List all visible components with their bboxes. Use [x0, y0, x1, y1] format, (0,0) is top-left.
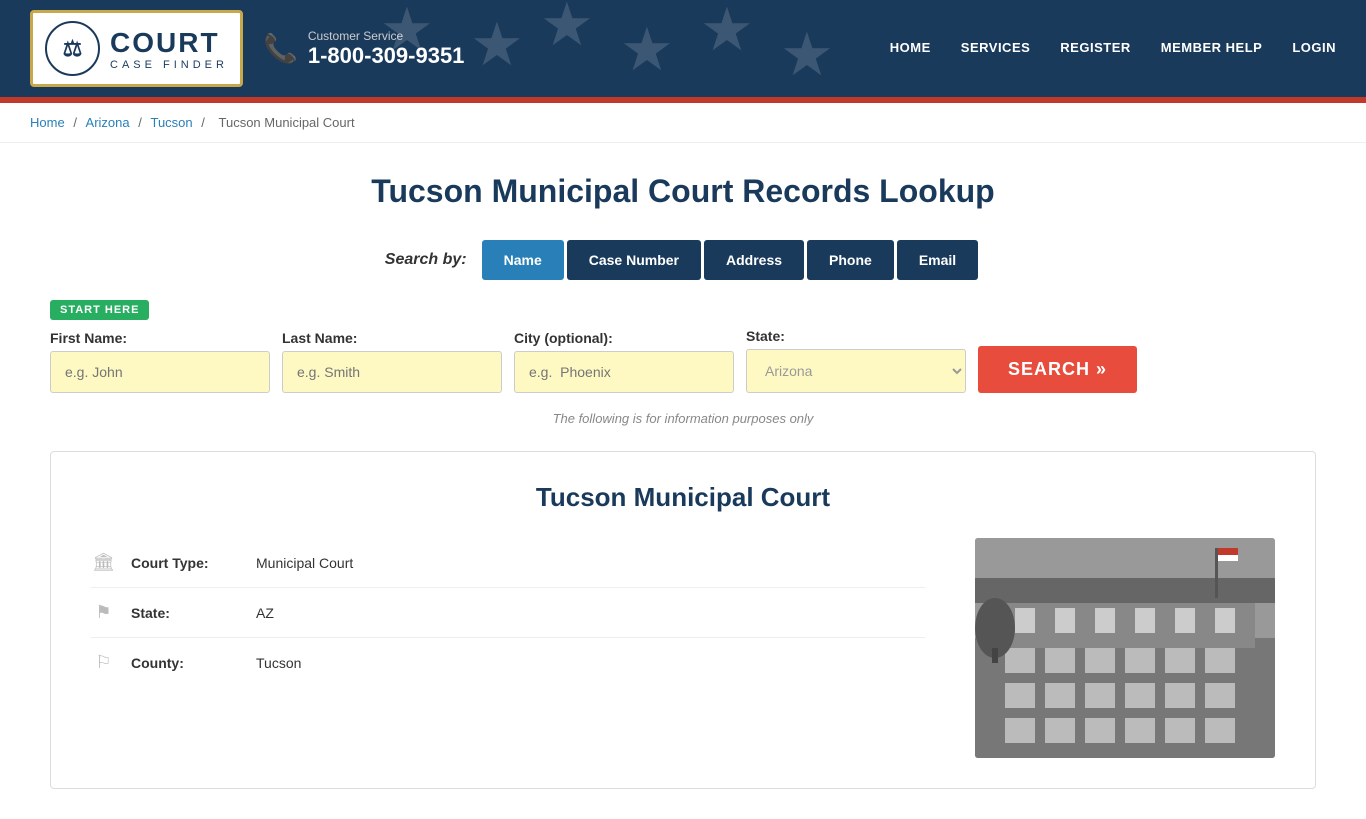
header: ★ ★ ★ ★ ★ ★ ⚖ COURT CASE FINDER 📞 Custom…: [0, 0, 1366, 97]
info-note: The following is for information purpose…: [50, 411, 1316, 426]
court-info-row: 🏛 Court Type: Municipal Court ⚑ State: A…: [91, 538, 1275, 758]
logo: ⚖ COURT CASE FINDER: [30, 10, 243, 87]
county-value: Tucson: [256, 655, 301, 671]
main-content: Tucson Municipal Court Records Lookup Se…: [0, 143, 1366, 819]
city-input[interactable]: [514, 351, 734, 393]
court-photo: [975, 538, 1275, 758]
breadcrumb-sep-1: /: [73, 115, 80, 130]
tab-address[interactable]: Address: [704, 240, 804, 280]
state-detail-label: State:: [131, 605, 241, 621]
state-icon: ⚑: [91, 602, 116, 623]
court-type-icon: 🏛: [91, 552, 116, 573]
tab-name[interactable]: Name: [482, 240, 564, 280]
start-here-badge: START HERE: [50, 300, 149, 320]
customer-service-label: Customer Service: [308, 29, 465, 43]
breadcrumb: Home / Arizona / Tucson / Tucson Municip…: [0, 103, 1366, 143]
county-item: ⚐ County: Tucson: [91, 638, 925, 687]
customer-service: 📞 Customer Service 1-800-309-9351: [263, 29, 464, 69]
customer-service-phone: 1-800-309-9351: [308, 43, 465, 69]
court-details: 🏛 Court Type: Municipal Court ⚑ State: A…: [91, 538, 925, 687]
star-decoration: ★: [620, 15, 674, 85]
first-name-input[interactable]: [50, 351, 270, 393]
tab-phone[interactable]: Phone: [807, 240, 894, 280]
first-name-group: First Name:: [50, 330, 270, 393]
search-button[interactable]: SEARCH »: [978, 346, 1137, 393]
last-name-input[interactable]: [282, 351, 502, 393]
search-by-label: Search by:: [385, 251, 467, 269]
city-group: City (optional):: [514, 330, 734, 393]
court-type-label: Court Type:: [131, 555, 241, 571]
last-name-group: Last Name:: [282, 330, 502, 393]
state-select[interactable]: Arizona Alabama Alaska California: [746, 349, 966, 393]
breadcrumb-current: Tucson Municipal Court: [219, 115, 355, 130]
search-form: First Name: Last Name: City (optional): …: [50, 328, 1316, 393]
main-nav: HOME SERVICES REGISTER MEMBER HELP LOGIN: [890, 40, 1336, 57]
city-label: City (optional):: [514, 330, 734, 346]
star-decoration: ★: [540, 0, 594, 60]
search-by-row: Search by: Name Case Number Address Phon…: [50, 240, 1316, 280]
logo-emblem: ⚖: [45, 21, 100, 76]
tab-email[interactable]: Email: [897, 240, 978, 280]
customer-service-text: Customer Service 1-800-309-9351: [308, 29, 465, 69]
page-title: Tucson Municipal Court Records Lookup: [50, 173, 1316, 210]
nav-register[interactable]: REGISTER: [1060, 40, 1130, 57]
breadcrumb-home[interactable]: Home: [30, 115, 65, 130]
star-decoration: ★: [700, 0, 754, 65]
court-card-title: Tucson Municipal Court: [91, 482, 1275, 513]
county-label: County:: [131, 655, 241, 671]
breadcrumb-arizona[interactable]: Arizona: [86, 115, 130, 130]
state-label: State:: [746, 328, 966, 344]
header-left: ⚖ COURT CASE FINDER 📞 Customer Service 1…: [30, 10, 464, 87]
nav-home[interactable]: HOME: [890, 40, 931, 57]
nav-services[interactable]: SERVICES: [961, 40, 1031, 57]
logo-title: COURT: [110, 27, 228, 59]
tab-case-number[interactable]: Case Number: [567, 240, 701, 280]
phone-icon: 📞: [263, 32, 298, 65]
breadcrumb-sep-2: /: [138, 115, 145, 130]
state-detail-value: AZ: [256, 605, 274, 621]
court-building-svg: [975, 538, 1275, 758]
court-type-item: 🏛 Court Type: Municipal Court: [91, 538, 925, 588]
star-decoration: ★: [780, 20, 834, 90]
state-group: State: Arizona Alabama Alaska California: [746, 328, 966, 393]
county-icon: ⚐: [91, 652, 116, 673]
state-item: ⚑ State: AZ: [91, 588, 925, 638]
breadcrumb-tucson[interactable]: Tucson: [150, 115, 192, 130]
emblem-icon: ⚖: [63, 36, 83, 62]
court-type-value: Municipal Court: [256, 555, 353, 571]
logo-text: COURT CASE FINDER: [110, 27, 228, 71]
nav-login[interactable]: LOGIN: [1292, 40, 1336, 57]
star-decoration: ★: [470, 10, 524, 80]
nav-member-help[interactable]: MEMBER HELP: [1161, 40, 1263, 57]
first-name-label: First Name:: [50, 330, 270, 346]
breadcrumb-sep-3: /: [201, 115, 208, 130]
logo-subtitle: CASE FINDER: [110, 59, 228, 71]
last-name-label: Last Name:: [282, 330, 502, 346]
court-card: Tucson Municipal Court 🏛 Court Type: Mun…: [50, 451, 1316, 789]
